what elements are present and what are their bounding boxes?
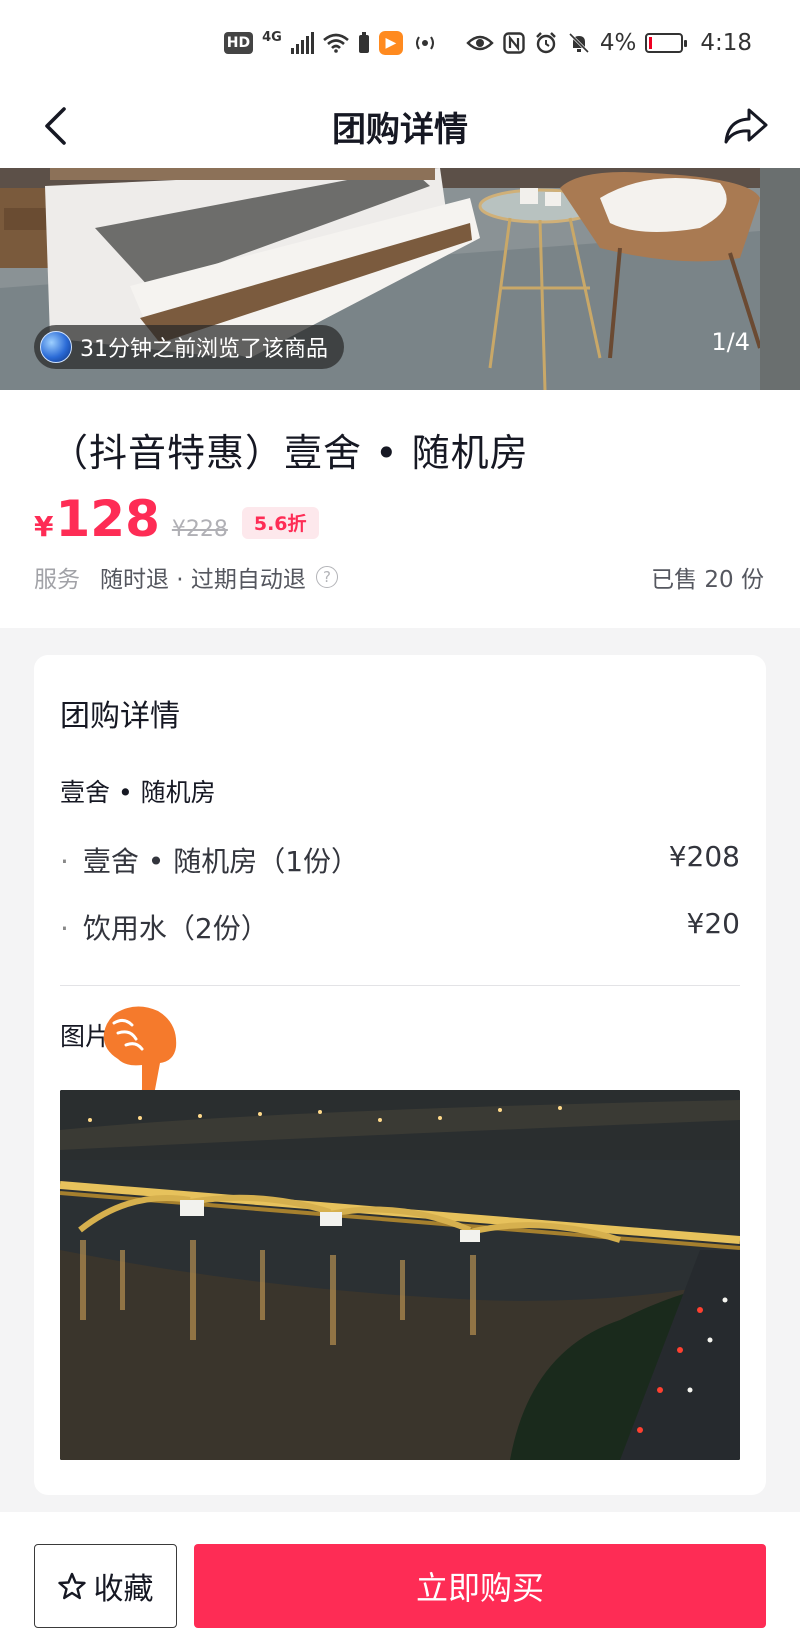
service-row[interactable]: 服务 随时退 · 过期自动退 ? [34, 560, 338, 594]
package-name: 壹舍 • 随机房 [60, 778, 216, 807]
nfc-icon [503, 32, 525, 54]
sold-count: 已售 20 份 [651, 567, 764, 593]
browse-notice: 31分钟之前浏览了该商品 [34, 325, 344, 369]
eye-icon [466, 35, 494, 51]
page-title: 团购详情 [332, 110, 468, 150]
group-buy-details-card: 团购详情 壹舍 • 随机房 壹舍 • 随机房（1份） ¥208 饮用水（2份） … [34, 655, 766, 1495]
discount-badge: 5.6折 [241, 506, 319, 539]
alarm-icon [535, 32, 556, 54]
product-gallery[interactable]: 31分钟之前浏览了该商品 1/4 [0, 168, 800, 390]
video-app-icon: ▶ [378, 31, 403, 55]
wifi-icon [323, 33, 349, 53]
battery-icon [645, 33, 688, 53]
share-button[interactable] [718, 98, 774, 154]
star-icon [57, 1572, 86, 1600]
price-row: ¥ 128 ¥228 5.6折 [34, 490, 319, 548]
hd-icon: HD [223, 32, 254, 54]
favorite-label: 收藏 [93, 1573, 154, 1606]
original-price: ¥228 [171, 517, 228, 542]
battery-percent: 4% [599, 30, 637, 56]
mute-bell-icon [568, 32, 589, 54]
buy-now-button[interactable]: 立即购买 [194, 1544, 766, 1628]
sale-price: 128 [55, 490, 160, 548]
package-item-row: 壹舍 • 随机房（1份） ¥208 [60, 840, 740, 880]
clock: 4:18 [700, 30, 752, 56]
product-info: （抖音特惠）壹舍 • 随机房 ¥ 128 ¥228 5.6折 服务 随时退 · … [0, 390, 800, 628]
product-title: （抖音特惠）壹舍 • 随机房 [50, 431, 529, 475]
help-icon[interactable]: ? [315, 566, 338, 588]
share-arrow-icon [724, 108, 768, 144]
browse-notice-text: 31分钟之前浏览了该商品 [80, 337, 328, 362]
river-bridge-photo[interactable] [60, 1090, 740, 1460]
gallery-page-counter: 1/4 [711, 328, 750, 356]
status-icons: HD 4G ▶ 4% 4:18 [223, 29, 752, 56]
service-text: 随时退 · 过期自动退 [100, 567, 306, 593]
pointing-hand-icon [103, 1006, 177, 1102]
network-type-icon: 4G [262, 29, 282, 45]
signal-icon [290, 32, 314, 54]
currency-symbol: ¥ [34, 510, 54, 543]
favorite-button[interactable]: 收藏 [34, 1544, 177, 1628]
package-item-price: ¥20 [686, 907, 740, 940]
hotspot-icon [415, 36, 434, 50]
package-item-price: ¥208 [668, 840, 740, 873]
details-title: 团购详情 [60, 699, 180, 734]
package-item-name: 饮用水（2份） [60, 907, 269, 947]
package-item-name: 壹舍 • 随机房（1份） [60, 840, 359, 880]
globe-avatar-icon [40, 331, 72, 363]
battery-saver-icon [358, 32, 369, 53]
status-bar: HD 4G ▶ 4% 4:18 [0, 0, 800, 92]
divider [60, 985, 740, 986]
night-bridge-image [60, 1090, 740, 1460]
nav-bar: 团购详情 [0, 92, 800, 168]
bottom-action-bar: 收藏 立即购买 [0, 1512, 800, 1652]
service-label: 服务 [34, 567, 80, 593]
package-item-row: 饮用水（2份） ¥20 [60, 907, 740, 947]
